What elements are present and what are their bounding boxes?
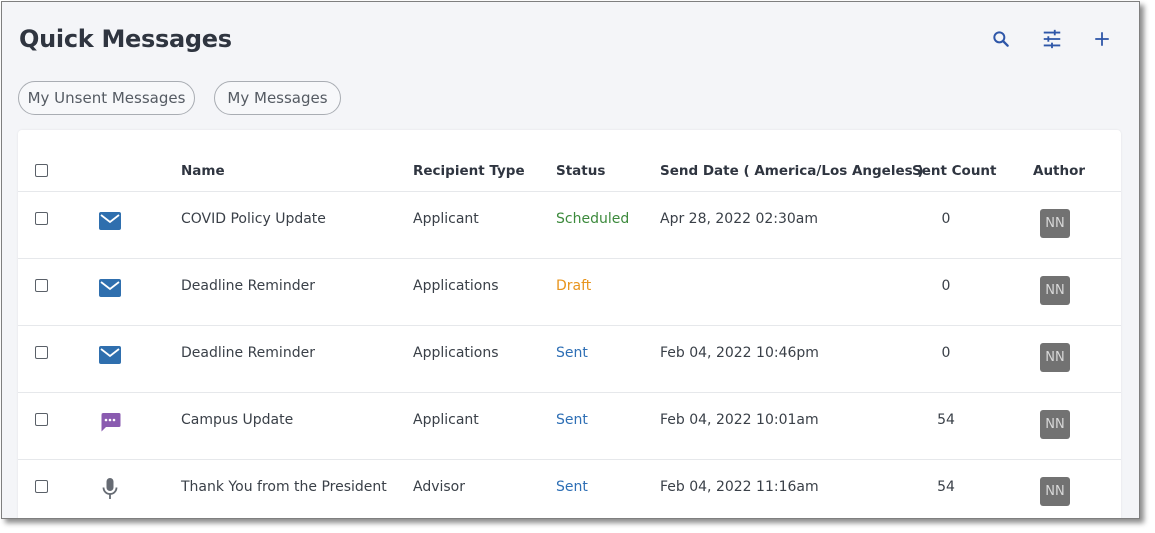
message-name[interactable]: Deadline Reminder (181, 345, 315, 361)
row-checkbox[interactable] (35, 413, 48, 426)
search-icon (993, 31, 1009, 47)
row-checkbox[interactable] (35, 480, 48, 493)
table-row[interactable]: Deadline Reminder Applications Draft 0 N… (18, 259, 1121, 326)
header-author[interactable]: Author (1033, 163, 1085, 179)
author-avatar: NN (1040, 343, 1070, 372)
row-checkbox[interactable] (35, 346, 48, 359)
tune-icon (1043, 29, 1061, 49)
sent-count: 0 (941, 278, 951, 294)
author-avatar: NN (1040, 410, 1070, 439)
row-checkbox[interactable] (35, 279, 48, 292)
table-header-row: Name Recipient Type Status Send Date ( A… (18, 130, 1121, 192)
send-date: Feb 04, 2022 11:16am (660, 479, 819, 495)
add-message-button[interactable] (1089, 26, 1115, 52)
quick-messages-window: Quick Messages My Unsent Messages My Mes… (1, 1, 1140, 519)
microphone-icon (102, 478, 118, 499)
filter-my-messages[interactable]: My Messages (214, 81, 341, 115)
recipient-type: Applicant (413, 412, 479, 428)
row-checkbox[interactable] (35, 212, 48, 225)
message-type-icon (98, 276, 122, 300)
header-send-date[interactable]: Send Date ( America/Los Angeles ) (660, 163, 924, 179)
recipient-type: Applications (413, 345, 499, 361)
author-avatar: NN (1040, 276, 1070, 305)
table-row[interactable]: Campus Update Applicant Sent Feb 04, 202… (18, 393, 1121, 460)
plus-icon (1095, 32, 1109, 46)
send-date: Apr 28, 2022 02:30am (660, 211, 819, 227)
status-label: Sent (556, 479, 588, 495)
status-label: Scheduled (556, 211, 630, 227)
search-button[interactable] (988, 26, 1014, 52)
header-status[interactable]: Status (556, 163, 605, 179)
filter-my-unsent-messages[interactable]: My Unsent Messages (18, 81, 195, 115)
email-icon (99, 212, 121, 230)
status-label: Draft (556, 278, 592, 294)
status-label: Sent (556, 412, 588, 428)
table-row[interactable]: Thank You from the President Advisor Sen… (18, 460, 1121, 518)
header-name[interactable]: Name (181, 163, 225, 179)
message-type-icon (98, 477, 122, 501)
email-icon (99, 346, 121, 364)
author-avatar: NN (1040, 477, 1070, 506)
message-name[interactable]: Campus Update (181, 412, 293, 428)
recipient-type: Applications (413, 278, 499, 294)
message-type-icon (98, 209, 122, 233)
filter-settings-button[interactable] (1039, 26, 1065, 52)
recipient-type: Applicant (413, 211, 479, 227)
message-type-icon (98, 343, 122, 367)
header-recipient-type[interactable]: Recipient Type (413, 163, 525, 179)
send-date: Feb 04, 2022 10:01am (660, 412, 819, 428)
email-icon (99, 279, 121, 297)
page-title: Quick Messages (19, 25, 232, 53)
author-avatar: NN (1040, 209, 1070, 238)
message-type-icon (98, 410, 122, 434)
message-name[interactable]: Deadline Reminder (181, 278, 315, 294)
status-label: Sent (556, 345, 588, 361)
message-name[interactable]: COVID Policy Update (181, 211, 326, 227)
table-row[interactable]: Deadline Reminder Applications Sent Feb … (18, 326, 1121, 393)
header-sent-count[interactable]: Sent Count (912, 163, 997, 179)
select-all-checkbox[interactable] (35, 164, 48, 177)
message-name[interactable]: Thank You from the President (181, 479, 387, 495)
sent-count: 54 (937, 412, 955, 428)
sent-count: 0 (941, 211, 951, 227)
table-row[interactable]: COVID Policy Update Applicant Scheduled … (18, 192, 1121, 259)
sent-count: 0 (941, 345, 951, 361)
recipient-type: Advisor (413, 479, 466, 495)
sms-icon (101, 413, 121, 432)
sent-count: 54 (937, 479, 955, 495)
messages-table: Name Recipient Type Status Send Date ( A… (18, 130, 1121, 518)
send-date: Feb 04, 2022 10:46pm (660, 345, 819, 361)
